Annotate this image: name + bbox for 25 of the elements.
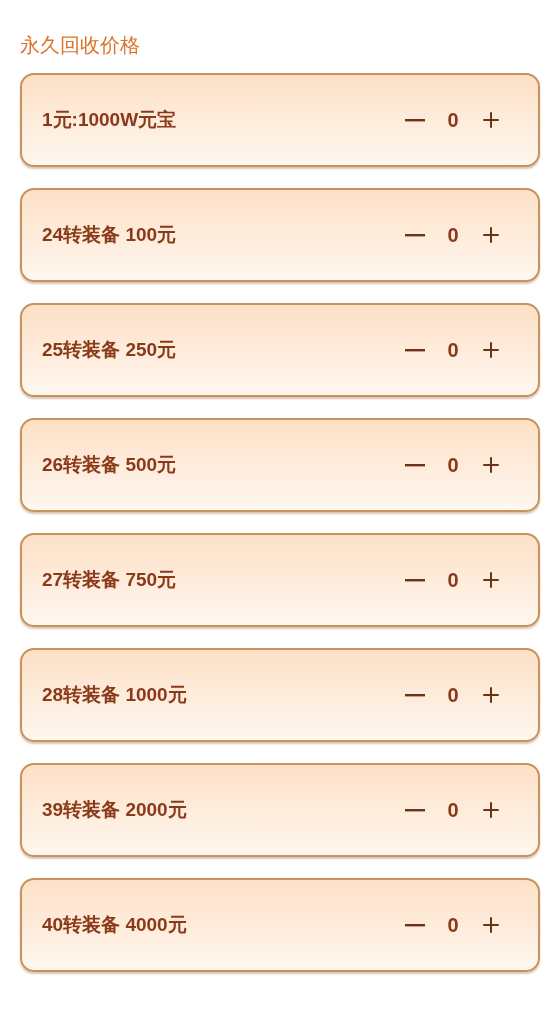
item-label: 40转装备 4000元 — [42, 912, 188, 937]
item-label: 1元:1000W元宝 — [42, 107, 178, 132]
item-label: 24转装备 100元 — [42, 222, 178, 247]
quantity-value: 0 — [446, 568, 460, 593]
quantity-value: 0 — [446, 683, 460, 708]
quantity-value: 0 — [446, 798, 460, 823]
item-label: 26转装备 500元 — [42, 452, 178, 477]
minus-icon — [405, 233, 425, 237]
section-title: 永久回收价格 — [20, 32, 141, 59]
minus-icon — [405, 693, 425, 697]
quantity-value: 0 — [446, 453, 460, 478]
quantity-value: 0 — [446, 223, 460, 248]
item-label: 27转装备 750元 — [42, 567, 178, 592]
minus-icon — [405, 808, 425, 812]
quantity-value: 0 — [446, 913, 460, 938]
item-label: 39转装备 2000元 — [42, 797, 188, 822]
quantity-value: 0 — [446, 108, 460, 133]
quantity-value: 0 — [446, 338, 460, 363]
minus-icon — [405, 923, 425, 927]
minus-icon — [405, 118, 425, 122]
minus-icon — [405, 463, 425, 467]
minus-icon — [405, 348, 425, 352]
item-label: 28转装备 1000元 — [42, 682, 188, 707]
item-label: 25转装备 250元 — [42, 337, 178, 362]
minus-icon — [405, 578, 425, 582]
